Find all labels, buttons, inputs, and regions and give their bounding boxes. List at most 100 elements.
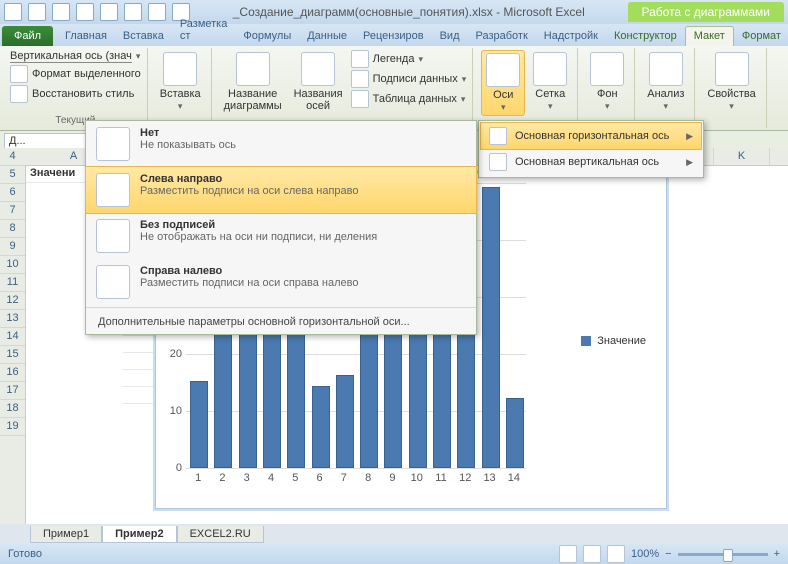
x-tick: 3: [244, 472, 250, 484]
group-insert: Вставка▾: [150, 48, 212, 128]
tab-file[interactable]: Файл: [2, 26, 53, 46]
sheet-tab-active[interactable]: Пример2: [102, 526, 176, 543]
bar[interactable]: [214, 318, 232, 468]
row-header[interactable]: 19: [0, 418, 25, 436]
redo-icon[interactable]: [76, 3, 94, 21]
row-header[interactable]: 18: [0, 400, 25, 418]
axis-ltr-item[interactable]: Слева направоРазместить подписи на оси с…: [85, 166, 477, 214]
chart-title-button[interactable]: Названиедиаграммы: [220, 50, 286, 114]
row-header[interactable]: 10: [0, 256, 25, 274]
menu-desc: Разместить подписи на оси справа налево: [140, 277, 466, 289]
bar[interactable]: [239, 318, 257, 468]
tab-formulas[interactable]: Формулы: [235, 27, 299, 46]
bar[interactable]: [190, 381, 208, 469]
more-axis-options-item[interactable]: Дополнительные параметры основной горизо…: [86, 310, 476, 334]
tab-chart-design[interactable]: Конструктор: [606, 27, 685, 46]
row-header[interactable]: 7: [0, 202, 25, 220]
zoom-in-button[interactable]: +: [774, 548, 780, 560]
tab-page-layout[interactable]: Разметка ст: [172, 15, 236, 46]
view-layout-icon[interactable]: [583, 545, 601, 563]
tab-data[interactable]: Данные: [299, 27, 355, 46]
tab-developer[interactable]: Разработк: [468, 27, 536, 46]
legend-button[interactable]: Легенда ▾: [351, 50, 467, 68]
bar[interactable]: [482, 187, 500, 468]
row-header[interactable]: 6: [0, 184, 25, 202]
background-button[interactable]: Фон▾: [586, 50, 628, 114]
axis-none-icon: [96, 127, 130, 161]
tab-addins[interactable]: Надстройк: [536, 27, 606, 46]
axes-button[interactable]: Оси▾: [481, 50, 525, 116]
legend-swatch: [581, 336, 591, 346]
x-tick: 4: [268, 472, 274, 484]
chart-element-selector[interactable]: Вертикальная ось (знач ▾: [10, 50, 141, 63]
group-properties: Свойства▾: [697, 48, 766, 128]
tab-home[interactable]: Главная: [57, 27, 115, 46]
row-header[interactable]: 11: [0, 274, 25, 292]
bar[interactable]: [312, 386, 330, 468]
row-header[interactable]: 5: [0, 166, 25, 184]
menu-desc: Разместить подписи на оси слева направо: [140, 185, 466, 197]
undo-icon[interactable]: [52, 3, 70, 21]
row-header[interactable]: 13: [0, 310, 25, 328]
qat-icon[interactable]: [100, 3, 118, 21]
sheet-tab[interactable]: Пример1: [30, 526, 102, 543]
format-selection-button[interactable]: Формат выделенного: [10, 65, 141, 83]
menu-title: Без подписей: [140, 219, 466, 231]
qat-icon[interactable]: [124, 3, 142, 21]
title-bar: _Создание_диаграмм(основные_понятия).xls…: [0, 0, 788, 24]
row-header[interactable]: 16: [0, 364, 25, 382]
row-header[interactable]: 14: [0, 328, 25, 346]
x-tick: 2: [219, 472, 225, 484]
axis-nolabel-icon: [96, 219, 130, 253]
bar[interactable]: [336, 375, 354, 468]
axis-titles-button[interactable]: Названияосей: [290, 50, 347, 114]
col-header[interactable]: K: [714, 148, 770, 165]
axis-no-labels-item[interactable]: Без подписейНе отображать на оси ни подп…: [86, 213, 476, 259]
view-normal-icon[interactable]: [559, 545, 577, 563]
axis-rtl-icon: [96, 265, 130, 299]
zoom-level[interactable]: 100%: [631, 548, 659, 560]
zoom-thumb[interactable]: [723, 549, 733, 562]
axis-rtl-item[interactable]: Справа налевоРазместить подписи на оси с…: [86, 259, 476, 305]
save-icon[interactable]: [28, 3, 46, 21]
menu-separator: [86, 307, 476, 308]
insert-button[interactable]: Вставка▾: [156, 50, 205, 114]
status-ready: Готово: [8, 548, 42, 560]
sheet-tab[interactable]: EXCEL2.RU: [177, 526, 264, 543]
gridlines-button[interactable]: Сетка▾: [529, 50, 571, 114]
x-tick: 8: [365, 472, 371, 484]
qat-icon[interactable]: [148, 3, 166, 21]
properties-button[interactable]: Свойства▾: [703, 50, 759, 114]
row-header[interactable]: 9: [0, 238, 25, 256]
chart-legend[interactable]: Значение: [581, 335, 646, 347]
data-labels-button[interactable]: Подписи данных ▾: [351, 70, 467, 88]
row-header[interactable]: 4: [0, 148, 25, 166]
axis-none-item[interactable]: НетНе показывать ось: [86, 121, 476, 167]
tab-insert[interactable]: Вставка: [115, 27, 172, 46]
tab-view[interactable]: Вид: [432, 27, 468, 46]
tab-review[interactable]: Рецензиров: [355, 27, 432, 46]
row-header[interactable]: 17: [0, 382, 25, 400]
zoom-out-button[interactable]: −: [665, 548, 671, 560]
x-tick: 6: [317, 472, 323, 484]
tab-chart-format[interactable]: Формат: [734, 27, 788, 46]
reset-style-button[interactable]: Восстановить стиль: [10, 85, 141, 103]
row-header[interactable]: 12: [0, 292, 25, 310]
menu-label: Основная вертикальная ось: [515, 156, 659, 168]
bar[interactable]: [506, 398, 524, 468]
zoom-slider[interactable]: [678, 553, 768, 556]
analysis-button[interactable]: Анализ▾: [643, 50, 688, 114]
tab-chart-layout[interactable]: Макет: [685, 26, 734, 46]
view-break-icon[interactable]: [607, 545, 625, 563]
primary-vertical-axis-item[interactable]: Основная вертикальная ось ▶: [481, 149, 701, 175]
x-tick: 7: [341, 472, 347, 484]
data-table-button[interactable]: Таблица данных ▾: [351, 90, 467, 108]
axis-v-icon: [489, 153, 507, 171]
ribbon-tabs: Файл Главная Вставка Разметка ст Формулы…: [0, 24, 788, 46]
x-tick: 13: [483, 472, 495, 484]
row-header[interactable]: 8: [0, 220, 25, 238]
menu-desc: Не показывать ось: [140, 139, 466, 151]
primary-horizontal-axis-item[interactable]: Основная горизонтальная ось ▶: [480, 122, 702, 150]
row-header[interactable]: 15: [0, 346, 25, 364]
window-title: _Создание_диаграмм(основные_понятия).xls…: [196, 5, 622, 19]
